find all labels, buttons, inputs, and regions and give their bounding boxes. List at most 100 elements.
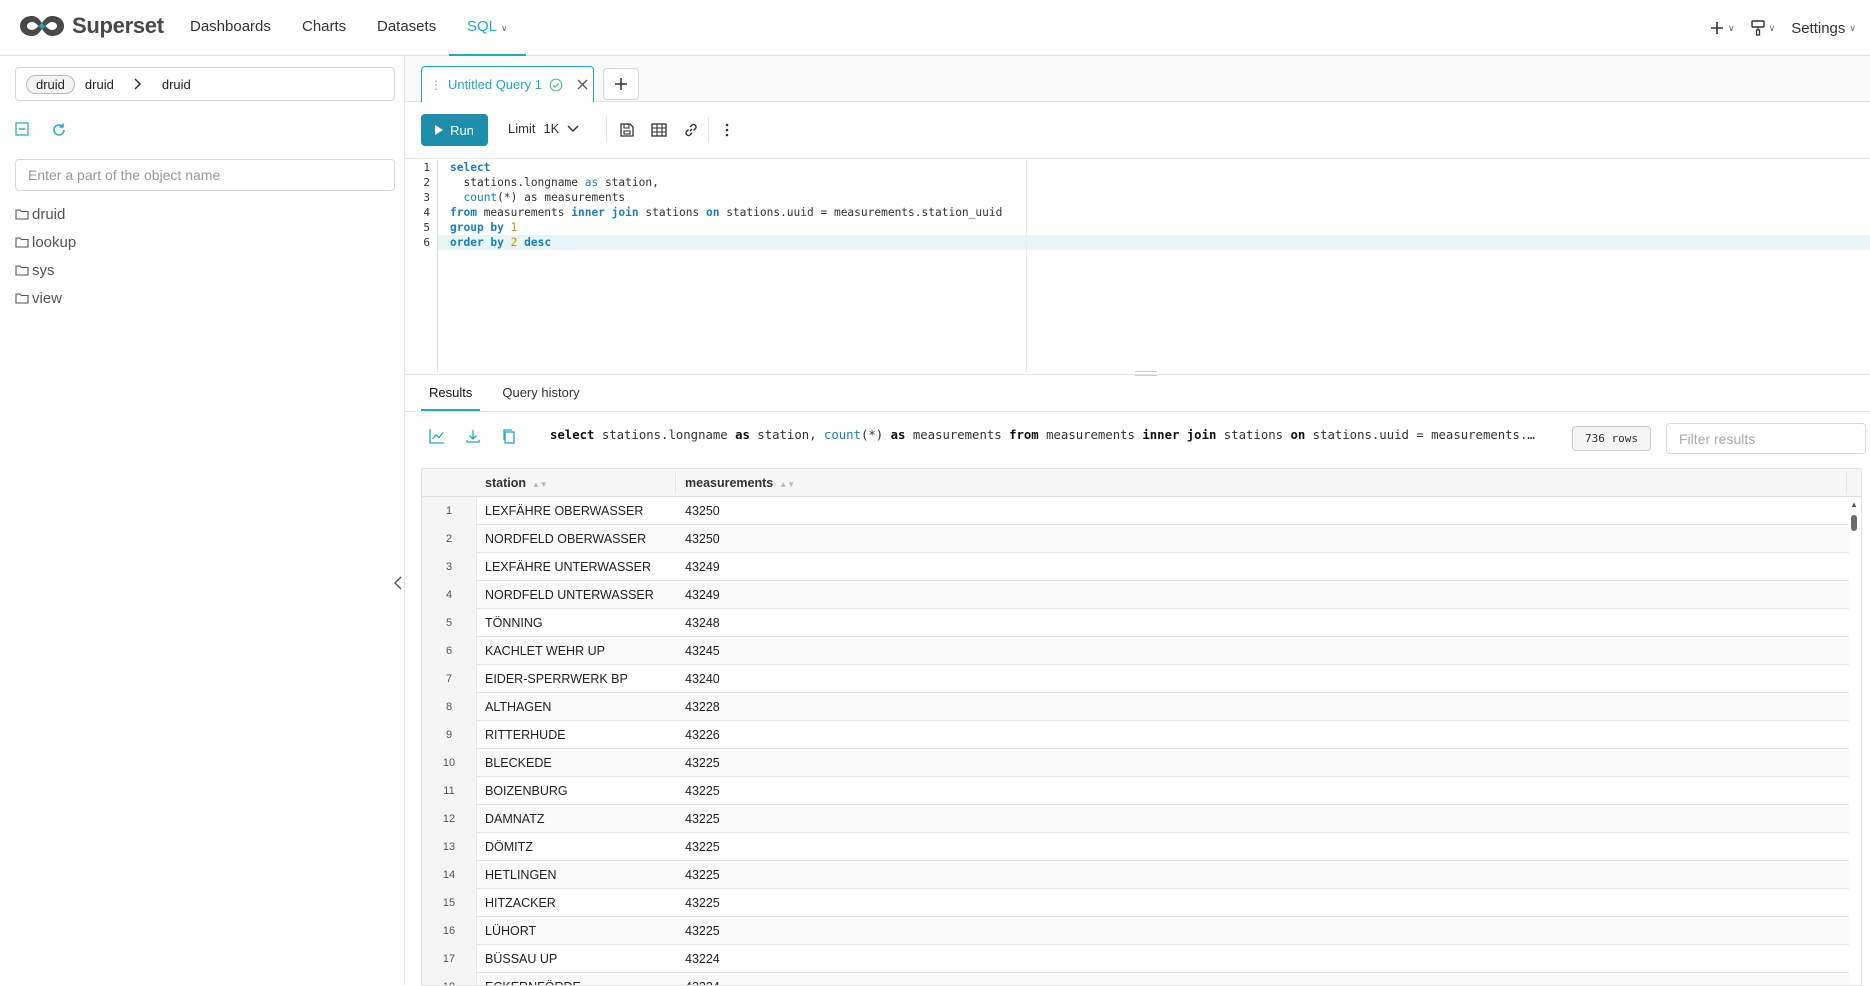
column-label: measurements — [685, 476, 774, 490]
table-row[interactable]: 13 DÖMITZ 43225 — [422, 833, 1849, 861]
column-label: station — [485, 476, 526, 490]
row-index: 6 — [422, 637, 477, 665]
cell-station: HETLINGEN — [485, 868, 557, 882]
tree-label: view — [32, 289, 63, 307]
scroll-up-icon[interactable]: ▲ — [1850, 500, 1858, 509]
tab-results[interactable]: Results — [421, 375, 481, 411]
table-row[interactable]: 5 TÖNNING 43248 — [422, 609, 1849, 637]
superset-logo[interactable]: Superset — [18, 12, 164, 40]
refresh-icon[interactable] — [51, 122, 67, 138]
table-row[interactable]: 1 LEXFÄHRE OBERWASSER 43250 — [422, 497, 1849, 525]
run-button[interactable]: Run — [421, 114, 488, 146]
tree-item-sys[interactable]: sys — [15, 256, 76, 284]
row-index: 14 — [422, 861, 477, 889]
print-margin — [1026, 160, 1027, 372]
folder-icon — [15, 209, 29, 220]
table-row[interactable]: 14 HETLINGEN 43225 — [422, 861, 1849, 889]
superset-logo-icon — [20, 16, 64, 36]
sql-lab-main: ⋮ Untitled Query 1 Run Limit 1K 1 2 3 4 … — [405, 56, 1870, 986]
cell-station: TÖNNING — [485, 616, 543, 630]
table-row[interactable]: 8 ALTHAGEN 43228 — [422, 693, 1849, 721]
column-header-measurements[interactable]: measurements ▲▼ — [685, 469, 795, 497]
sort-icon[interactable]: ▲▼ — [779, 480, 795, 489]
table-row[interactable]: 2 NORDFELD OBERWASSER 43250 — [422, 525, 1849, 553]
results-table: station ▲▼ measurements ▲▼ 1 LEXFÄHRE OBERW… — [421, 468, 1862, 986]
close-icon[interactable] — [577, 79, 588, 90]
row-index: 3 — [422, 553, 477, 581]
copy-icon[interactable] — [501, 428, 517, 444]
collapse-icon[interactable] — [15, 122, 29, 136]
vertical-scrollbar[interactable]: ▲ — [1847, 497, 1861, 985]
table-row[interactable]: 15 HITZACKER 43225 — [422, 889, 1849, 917]
top-navbar: Superset Dashboards Charts Datasets SQL ∨… — [0, 0, 1870, 56]
theme-menu[interactable]: ∨ — [1750, 20, 1775, 36]
tree-item-lookup[interactable]: lookup — [15, 228, 76, 256]
line-number: 5 — [423, 221, 430, 234]
database-selector[interactable]: druid druid druid — [15, 67, 395, 101]
link-icon[interactable] — [682, 121, 700, 139]
cell-measurements: 43250 — [685, 532, 720, 546]
tree-item-druid[interactable]: druid — [15, 200, 76, 228]
cell-measurements: 43249 — [685, 560, 720, 574]
tab-query-history[interactable]: Query history — [502, 375, 579, 411]
schema-label: druid — [161, 76, 191, 92]
row-index: 9 — [422, 721, 477, 749]
nav-dashboards[interactable]: Dashboards — [190, 0, 271, 56]
object-search-input[interactable] — [15, 159, 395, 191]
nav-sql[interactable]: SQL ∨ — [449, 0, 526, 56]
download-icon[interactable] — [465, 428, 481, 444]
folder-icon — [15, 293, 29, 304]
add-tab-button[interactable] — [603, 68, 639, 100]
table-row[interactable]: 3 LEXFÄHRE UNTERWASSER 43249 — [422, 553, 1849, 581]
line-number: 3 — [423, 191, 430, 204]
query-tab[interactable]: ⋮ Untitled Query 1 — [421, 66, 594, 103]
cell-measurements: 43226 — [685, 728, 720, 742]
check-circle-icon — [549, 78, 563, 91]
sql-editor[interactable]: 1 2 3 4 5 6 select stations.longname as … — [405, 160, 1870, 372]
settings-label: Settings — [1791, 19, 1846, 37]
cell-measurements: 43225 — [685, 868, 720, 882]
schema-sidebar: druid druid druid druid lookup sys view — [3, 56, 405, 985]
code-content: select stations.longname as station, cou… — [450, 160, 1002, 250]
table-row[interactable]: 16 LÜHORT 43225 — [422, 917, 1849, 945]
limit-dropdown[interactable]: Limit 1K — [508, 121, 579, 136]
table-row[interactable]: 11 BOIZENBURG 43225 — [422, 777, 1849, 805]
settings-menu[interactable]: Settings ∨ — [1791, 20, 1856, 37]
cell-station: DÖMITZ — [485, 840, 533, 854]
scrollbar-thumb[interactable] — [1851, 515, 1857, 531]
row-index: 4 — [422, 581, 477, 609]
table-row[interactable]: 7 EIDER-SPERRWERK BP 43240 — [422, 665, 1849, 693]
cell-measurements: 43245 — [685, 644, 720, 658]
chart-icon[interactable] — [429, 428, 445, 444]
cell-station: KACHLET WEHR UP — [485, 644, 605, 658]
row-index: 15 — [422, 889, 477, 917]
save-icon[interactable] — [618, 121, 636, 139]
cell-station: LEXFÄHRE UNTERWASSER — [485, 560, 652, 574]
row-index: 18 — [422, 973, 477, 985]
table-row[interactable]: 10 BLECKEDE 43225 — [422, 749, 1849, 777]
table-icon[interactable] — [650, 121, 668, 139]
table-row[interactable]: 9 RITTERHUDE 43226 — [422, 721, 1849, 749]
cell-station: RITTERHUDE — [485, 728, 566, 742]
column-header-station[interactable]: station ▲▼ — [485, 469, 548, 497]
nav-datasets[interactable]: Datasets — [377, 0, 436, 56]
table-row[interactable]: 12 DAMNATZ 43225 — [422, 805, 1849, 833]
tree-item-view[interactable]: view — [15, 284, 76, 312]
tree-label: lookup — [32, 233, 77, 251]
folder-icon — [15, 237, 29, 248]
row-index: 17 — [422, 945, 477, 973]
column-divider — [1846, 473, 1847, 493]
nav-charts[interactable]: Charts — [302, 0, 346, 56]
more-vertical-icon[interactable] — [718, 121, 736, 139]
chevron-down-icon: ∨ — [1849, 22, 1856, 33]
table-row[interactable]: 18 ECKERNFÖRDE 43224 — [422, 973, 1849, 985]
row-index: 8 — [422, 693, 477, 721]
table-row[interactable]: 4 NORDFELD UNTERWASSER 43249 — [422, 581, 1849, 609]
toolbar-divider — [708, 117, 709, 143]
filter-results-input[interactable] — [1666, 423, 1866, 454]
sort-icon[interactable]: ▲▼ — [532, 480, 548, 489]
table-row[interactable]: 6 KACHLET WEHR UP 43245 — [422, 637, 1849, 665]
new-menu[interactable]: ∨ — [1710, 21, 1735, 35]
table-row[interactable]: 17 BÜSSAU UP 43224 — [422, 945, 1849, 973]
code-line: select — [450, 161, 491, 174]
